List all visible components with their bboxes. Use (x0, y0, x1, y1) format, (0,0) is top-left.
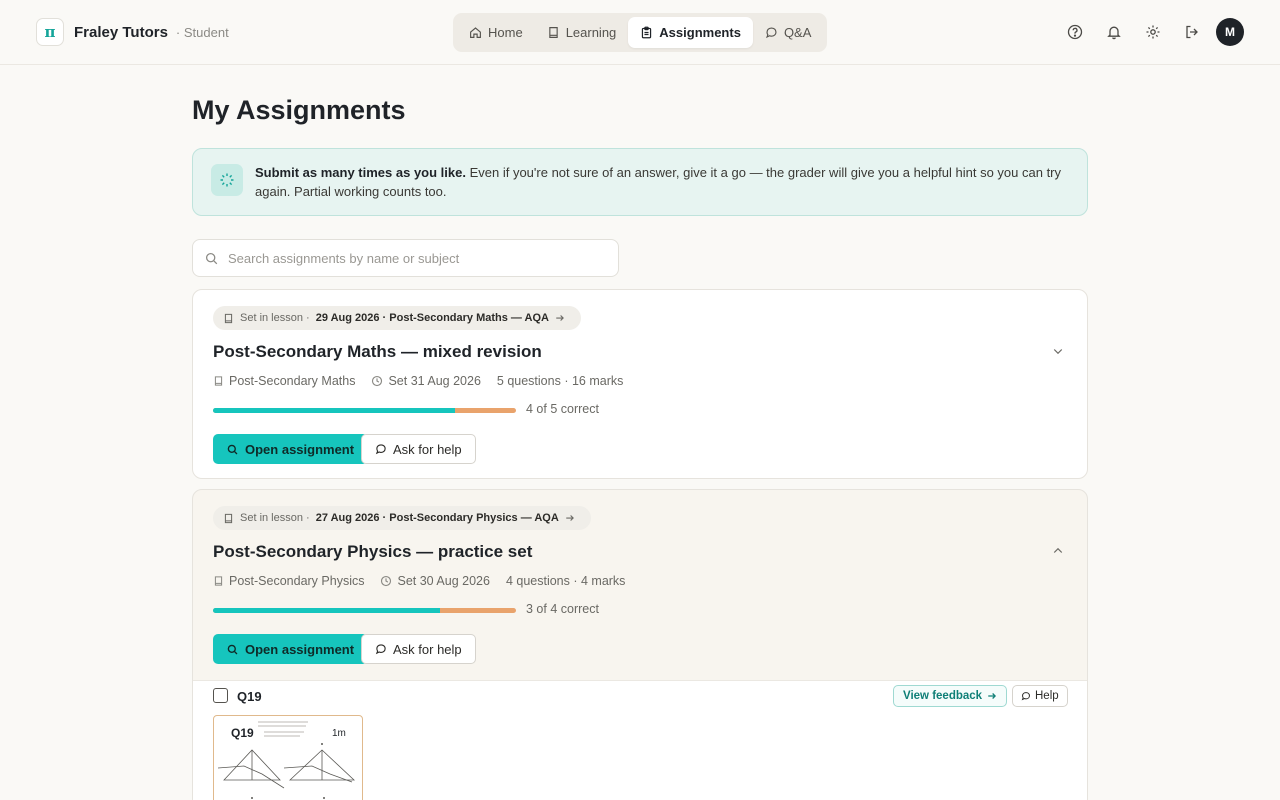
page-title: My Assignments (192, 95, 406, 125)
assignment-meta: Post-Secondary Maths Set 31 Aug 2026 5 q… (213, 374, 639, 388)
assignment-title: Post-Secondary Maths — mixed revision (213, 342, 542, 361)
top-bar: π Fraley Tutors · Student Home Learning … (0, 0, 1280, 65)
brand[interactable]: π Fraley Tutors · Student (36, 18, 229, 46)
lesson-prefix: Set in lesson · (240, 312, 310, 324)
tab-home-label: Home (488, 25, 523, 40)
question-thumbnail[interactable]: Q19 1m (213, 715, 363, 800)
avatar[interactable]: M (1216, 18, 1244, 46)
book-icon (548, 27, 558, 38)
search-icon (227, 444, 238, 454)
progress-label: 3 of 4 correct (526, 602, 599, 616)
bell-icon[interactable] (1103, 20, 1125, 44)
home-icon (470, 27, 481, 38)
question-help-label: Help (1035, 690, 1059, 702)
loader-icon (211, 164, 243, 196)
book-icon (214, 376, 223, 386)
subject-meta: Post-Secondary Physics (213, 574, 364, 588)
tab-learning[interactable]: Learning (535, 17, 629, 48)
lesson-link[interactable]: Set in lesson · 29 Aug 2026 · Post-Secon… (213, 306, 582, 330)
subject-label: Post-Secondary Maths (229, 374, 356, 388)
user-role: · Student (175, 24, 229, 40)
gear-icon[interactable] (1142, 20, 1164, 44)
tab-assignments-label: Assignments (659, 25, 741, 40)
search-icon (205, 252, 218, 264)
ask-for-help-label: Ask for help (393, 641, 462, 657)
lesson-link[interactable]: Set in lesson · 27 Aug 2026 · Post-Secon… (213, 506, 591, 530)
question-label: Q19 (237, 689, 262, 704)
search-icon (227, 644, 238, 654)
set-date-label: Set 31 Aug 2026 (388, 374, 481, 388)
progress-fill (213, 408, 456, 413)
tab-home[interactable]: Home (457, 17, 535, 48)
progress-fill (213, 608, 441, 613)
clock-icon (372, 375, 383, 387)
logout-icon[interactable] (1181, 20, 1203, 44)
progress-bar (213, 408, 516, 413)
ask-for-help-label: Ask for help (393, 441, 462, 457)
brand-name: Fraley Tutors (74, 23, 168, 41)
set-date-meta: Set 30 Aug 2026 (380, 574, 490, 588)
clipboard-icon (642, 26, 652, 39)
main-nav: Home Learning Assignments Q&A (453, 13, 827, 52)
counts-label: 4 questions · 4 marks (505, 574, 626, 588)
chat-icon (765, 27, 777, 39)
lesson-detail: 27 Aug 2026 · Post-Secondary Physics — A… (315, 512, 559, 524)
chevron-down-icon[interactable] (1047, 340, 1069, 362)
open-assignment-label: Open assignment (245, 441, 355, 457)
search-input[interactable] (228, 250, 608, 266)
arrow-right-icon (566, 515, 574, 521)
chevron-up-icon[interactable] (1047, 540, 1069, 562)
view-feedback-button[interactable]: View feedback (893, 685, 1008, 707)
chat-icon (375, 444, 386, 455)
book-icon (224, 313, 233, 323)
tab-qa[interactable]: Q&A (753, 17, 823, 48)
info-bold: Submit as many times as you like. (255, 165, 466, 180)
open-assignment-button[interactable]: Open assignment (213, 634, 369, 664)
ask-for-help-button[interactable]: Ask for help (361, 434, 476, 464)
question-help-button[interactable]: Help (1012, 685, 1068, 707)
assignment-card: Set in lesson · 27 Aug 2026 · Post-Secon… (192, 489, 1088, 800)
assignment-title: Post-Secondary Physics — practice set (213, 542, 533, 561)
subject-label: Post-Secondary Physics (229, 574, 365, 588)
info-banner: Submit as many times as you like. Even i… (192, 148, 1088, 216)
set-date-label: Set 30 Aug 2026 (397, 574, 490, 588)
lesson-prefix: Set in lesson · (240, 512, 310, 524)
book-icon (214, 576, 223, 586)
progress-bar (213, 608, 516, 613)
open-assignment-label: Open assignment (245, 641, 355, 657)
clock-icon (381, 575, 392, 587)
pi-logo-icon: π (36, 18, 64, 46)
ask-for-help-button[interactable]: Ask for help (361, 634, 476, 664)
chat-icon (1021, 692, 1030, 701)
question-checkbox[interactable] (213, 688, 228, 703)
top-actions (1064, 20, 1220, 44)
view-feedback-label: View feedback (903, 690, 983, 702)
chat-icon (375, 644, 386, 655)
set-date-meta: Set 31 Aug 2026 (371, 374, 481, 388)
tab-learning-label: Learning (565, 25, 617, 40)
book-icon (224, 513, 233, 523)
tab-assignments[interactable]: Assignments (628, 17, 753, 48)
prism-diagram-icon (217, 721, 356, 799)
info-text: Submit as many times as you like. Even i… (255, 163, 1075, 201)
tab-qa-label: Q&A (783, 25, 812, 40)
arrow-right-icon (988, 693, 997, 699)
progress-label: 4 of 5 correct (526, 402, 599, 416)
subject-meta: Post-Secondary Maths (213, 374, 355, 388)
search-box (192, 239, 619, 277)
question-row: Q19 View feedback Help Q19 1m (193, 680, 1087, 800)
arrow-right-icon (556, 315, 564, 321)
assignment-meta: Post-Secondary Physics Set 30 Aug 2026 4… (213, 574, 641, 588)
help-circle-icon[interactable] (1064, 20, 1086, 44)
lesson-detail: 29 Aug 2026 · Post-Secondary Maths — AQA (315, 312, 550, 324)
open-assignment-button[interactable]: Open assignment (213, 434, 369, 464)
counts-label: 5 questions · 16 marks (496, 374, 624, 388)
assignment-card: Set in lesson · 29 Aug 2026 · Post-Secon… (192, 289, 1088, 479)
